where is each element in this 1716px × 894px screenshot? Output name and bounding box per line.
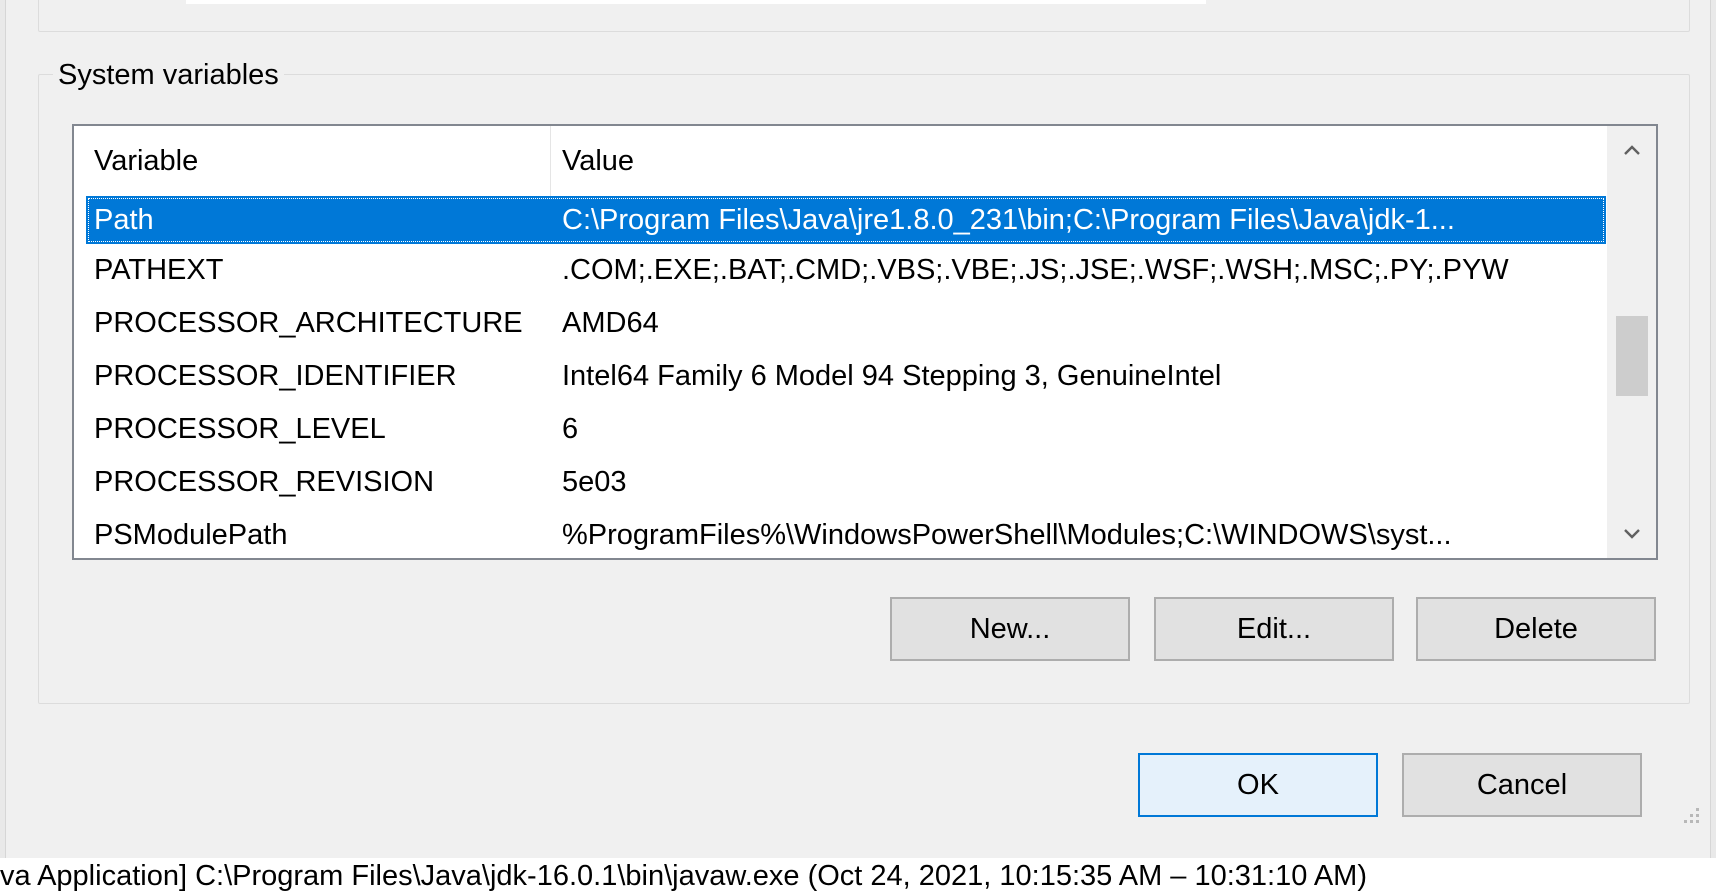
- list-row-psmodulepath[interactable]: PSModulePath %ProgramFiles%\WindowsPower…: [74, 509, 1606, 558]
- new-button[interactable]: New...: [890, 597, 1130, 661]
- console-status-text: va Application] C:\Program Files\Java\jd…: [0, 860, 1367, 892]
- row-value: .COM;.EXE;.BAT;.CMD;.VBS;.VBE;.JS;.JSE;.…: [562, 254, 1509, 286]
- list-row-processor-level[interactable]: PROCESSOR_LEVEL 6: [74, 403, 1606, 456]
- list-row-processor-identifier[interactable]: PROCESSOR_IDENTIFIER Intel64 Family 6 Mo…: [74, 350, 1606, 403]
- column-header-value[interactable]: Value: [562, 126, 1592, 196]
- row-variable: PROCESSOR_REVISION: [94, 466, 435, 498]
- row-variable: PATHEXT: [94, 254, 224, 286]
- list-row-pathext[interactable]: PATHEXT .COM;.EXE;.BAT;.CMD;.VBS;.VBE;.J…: [74, 244, 1606, 297]
- row-value: %ProgramFiles%\WindowsPowerShell\Modules…: [562, 519, 1452, 551]
- column-divider[interactable]: [550, 126, 551, 196]
- row-variable: PROCESSOR_IDENTIFIER: [94, 360, 457, 392]
- row-variable: PROCESSOR_LEVEL: [94, 413, 386, 445]
- list-row-processor-architecture[interactable]: PROCESSOR_ARCHITECTURE AMD64: [74, 297, 1606, 350]
- list-header: Variable Value: [74, 126, 1606, 196]
- row-value: Intel64 Family 6 Model 94 Stepping 3, Ge…: [562, 360, 1222, 392]
- list-row-path[interactable]: Path C:\Program Files\Java\jre1.8.0_231\…: [86, 196, 1606, 244]
- row-value: 5e03: [562, 466, 627, 498]
- list-row-processor-revision[interactable]: PROCESSOR_REVISION 5e03: [74, 456, 1606, 509]
- user-variables-group-remnant: [38, 0, 1690, 32]
- scroll-down-button[interactable]: [1608, 510, 1656, 558]
- row-variable: Path: [94, 204, 154, 236]
- row-variable: PSModulePath: [94, 519, 288, 551]
- row-variable: PROCESSOR_ARCHITECTURE: [94, 307, 523, 339]
- row-value: 6: [562, 413, 579, 445]
- list-rows: Path C:\Program Files\Java\jre1.8.0_231\…: [74, 196, 1606, 558]
- chevron-up-icon: [1624, 145, 1640, 155]
- ok-button[interactable]: OK: [1138, 753, 1378, 817]
- column-header-variable[interactable]: Variable: [94, 126, 544, 196]
- environment-variables-dialog: System variables Variable Value Path C:\…: [6, 0, 1710, 862]
- scroll-up-button[interactable]: [1608, 126, 1656, 174]
- console-status-strip: va Application] C:\Program Files\Java\jd…: [0, 858, 1716, 894]
- system-variables-list[interactable]: Variable Value Path C:\Program Files\Jav…: [72, 124, 1658, 560]
- cancel-button[interactable]: Cancel: [1402, 753, 1642, 817]
- scroll-thumb[interactable]: [1616, 316, 1648, 396]
- system-variables-legend: System variables: [53, 59, 284, 91]
- chevron-down-icon: [1624, 529, 1640, 539]
- vertical-scrollbar[interactable]: [1607, 126, 1656, 558]
- edit-button[interactable]: Edit...: [1154, 597, 1394, 661]
- row-value: C:\Program Files\Java\jre1.8.0_231\bin;C…: [562, 204, 1455, 236]
- resize-grip-icon[interactable]: [1678, 802, 1702, 826]
- user-variables-list-remnant: [186, 0, 1206, 4]
- row-value: AMD64: [562, 307, 659, 339]
- delete-button[interactable]: Delete: [1416, 597, 1656, 661]
